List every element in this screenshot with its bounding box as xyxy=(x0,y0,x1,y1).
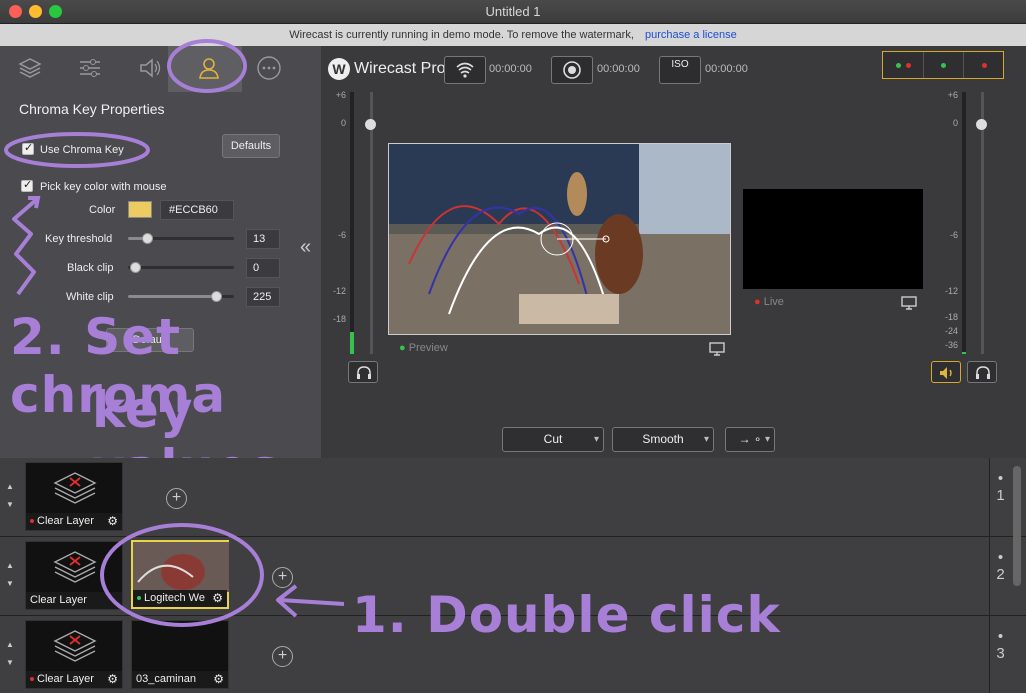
defaults-button[interactable]: Defaults xyxy=(222,134,280,158)
slider-knob[interactable] xyxy=(142,233,153,244)
key-threshold-field[interactable]: 13 xyxy=(246,229,280,249)
annotation-step1: 1. Double click xyxy=(352,586,781,644)
right-volume-slider[interactable] xyxy=(981,92,984,354)
right-scale-label: 0 xyxy=(952,118,958,128)
left-scale-label: -6 xyxy=(337,230,346,240)
headphones-button-left[interactable] xyxy=(348,361,378,383)
iso-timer: 00:00:00 xyxy=(705,63,748,75)
stage-area: W Wirecast Pro 00:00:00 00:00:00 ISO 00:0… xyxy=(321,46,1026,458)
demo-banner-text: Wirecast is currently running in demo mo… xyxy=(289,29,634,41)
black-clip-label: Black clip xyxy=(67,262,114,274)
stream-button[interactable] xyxy=(444,56,486,84)
record-button[interactable] xyxy=(551,56,593,84)
annotation-circle-checkbox xyxy=(4,132,150,168)
speaker-button[interactable] xyxy=(931,361,961,383)
preview-video[interactable] xyxy=(388,143,731,335)
record-timer: 00:00:00 xyxy=(597,63,640,75)
title-bar: Untitled 1 xyxy=(0,0,1026,24)
annotation-arrow xyxy=(276,584,345,618)
more-icon[interactable] xyxy=(255,54,283,82)
key-threshold-slider[interactable] xyxy=(128,233,234,244)
layout-preview[interactable] xyxy=(924,52,964,78)
stream-timer: 00:00:00 xyxy=(489,63,532,75)
preview-label: ● Preview xyxy=(399,342,448,354)
black-clip-field[interactable]: 0 xyxy=(246,258,280,278)
layers-scrollbar[interactable] xyxy=(1013,466,1021,586)
window-title: Untitled 1 xyxy=(485,4,541,19)
right-scale-label: -36 xyxy=(944,340,958,350)
layout-selector[interactable] xyxy=(882,51,1004,79)
right-scale-label: +6 xyxy=(947,90,958,100)
layer-number: • 1 xyxy=(989,458,1011,537)
add-shot-button[interactable]: + xyxy=(272,646,293,667)
layout-dual[interactable] xyxy=(883,52,924,78)
layer-move-arrows[interactable]: ▲ ▼ xyxy=(6,561,16,588)
headphones-button-right[interactable] xyxy=(967,361,997,383)
shot-label: 03_caminan xyxy=(136,673,196,685)
preview-scene xyxy=(389,144,730,334)
shot-label: Clear Layer xyxy=(37,515,94,527)
key-threshold-label: Key threshold xyxy=(45,233,113,245)
right-scale-label: -6 xyxy=(949,230,958,240)
clear-layer-icon xyxy=(53,551,97,583)
left-volume-knob[interactable] xyxy=(365,119,376,130)
black-clip-slider[interactable] xyxy=(128,262,234,273)
layer-number: • 2 xyxy=(989,537,1011,616)
properties-panel: Chroma Key Properties Use Chroma Key Def… xyxy=(0,39,321,497)
slider-knob[interactable] xyxy=(211,291,222,302)
shot-label: Clear Layer xyxy=(30,594,87,606)
color-swatch[interactable] xyxy=(128,201,152,218)
go-button[interactable]: → ∘ xyxy=(725,427,775,452)
white-clip-label: White clip xyxy=(66,291,114,303)
clear-layer-icon xyxy=(53,630,97,662)
clear-layer-icon xyxy=(53,472,97,504)
right-audio-meter xyxy=(962,92,966,354)
sliders-icon[interactable] xyxy=(76,54,104,82)
collapse-panel-icon[interactable]: « xyxy=(300,236,311,259)
layout-live[interactable] xyxy=(964,52,1004,78)
pick-color-checkbox[interactable] xyxy=(21,178,33,192)
pick-color-label: Pick key color with mouse xyxy=(40,181,167,193)
smooth-transition-dropdown[interactable]: Smooth xyxy=(612,427,714,452)
layers-icon[interactable] xyxy=(16,54,44,82)
purchase-license-link[interactable]: purchase a license xyxy=(645,29,737,41)
annotation-circle-shot xyxy=(100,523,264,627)
gear-icon[interactable]: ⚙ xyxy=(107,672,118,686)
color-hex-field[interactable]: #ECCB60 xyxy=(160,200,234,220)
demo-banner: Wirecast is currently running in demo mo… xyxy=(0,24,1026,46)
cut-transition-dropdown[interactable]: Cut xyxy=(502,427,604,452)
left-scale-label: +6 xyxy=(335,90,346,100)
gear-icon[interactable]: ⚙ xyxy=(213,672,224,686)
speaker-icon[interactable] xyxy=(136,54,164,82)
slider-knob[interactable] xyxy=(130,262,141,273)
white-clip-field[interactable]: 225 xyxy=(246,287,280,307)
layer-move-arrows[interactable]: ▲ ▼ xyxy=(6,640,16,667)
layer-number: • 3 xyxy=(989,616,1011,693)
iso-record-button[interactable]: ISO xyxy=(659,56,701,84)
color-label: Color xyxy=(89,204,116,216)
layer-move-arrows[interactable]: ▲ ▼ xyxy=(6,482,16,509)
wirecast-logo: W Wirecast Pro xyxy=(328,58,446,80)
monitor-icon[interactable] xyxy=(709,342,725,356)
left-scale-label: 0 xyxy=(340,118,346,128)
white-clip-slider[interactable] xyxy=(128,291,234,302)
monitor-icon[interactable] xyxy=(901,296,917,310)
layers-area: ▲ ▼ Clear Layer ⚙ + • 1 ▲ ▼ Clear Layer Log… xyxy=(0,458,1026,693)
left-scale-label: -18 xyxy=(332,314,346,324)
panel-title: Chroma Key Properties xyxy=(19,101,165,117)
right-scale-label: -12 xyxy=(944,286,958,296)
live-video[interactable] xyxy=(743,189,923,289)
left-scale-label: -12 xyxy=(332,286,346,296)
right-scale-label: -24 xyxy=(944,326,958,336)
right-scale-label: -18 xyxy=(944,312,958,322)
shot-label: Clear Layer xyxy=(37,673,94,685)
left-audio-meter xyxy=(350,92,354,354)
annotation-zigzag-arrow xyxy=(12,196,41,296)
right-volume-knob[interactable] xyxy=(976,119,987,130)
add-shot-button[interactable]: + xyxy=(166,488,187,509)
live-label: ● Live xyxy=(754,296,784,308)
annotation-circle-tab xyxy=(167,39,247,93)
left-volume-slider[interactable] xyxy=(370,92,373,354)
